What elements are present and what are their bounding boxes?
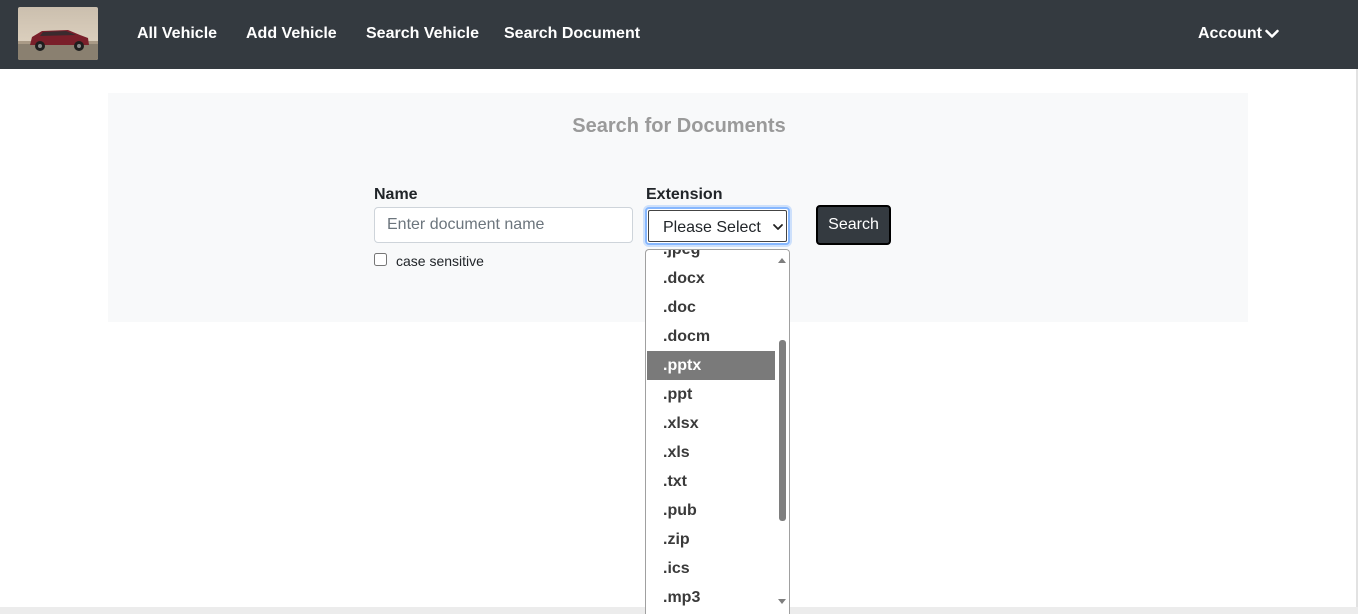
- page: All Vehicle Add Vehicle Search Vehicle S…: [0, 0, 1358, 614]
- scroll-up-arrow-icon[interactable]: [777, 256, 787, 264]
- scroll-down-arrow-icon[interactable]: [777, 598, 787, 606]
- nav-search-document[interactable]: Search Document: [504, 24, 640, 44]
- option-zip[interactable]: .zip: [647, 525, 775, 554]
- extension-label: Extension: [646, 186, 723, 203]
- dropdown-scrollbar[interactable]: [775, 250, 789, 614]
- logo-car-image[interactable]: [18, 7, 98, 60]
- chevron-down-icon: [1265, 29, 1279, 38]
- account-menu[interactable]: Account: [1198, 24, 1279, 44]
- option-pptx[interactable]: .pptx: [647, 351, 775, 380]
- dropdown-scroll-thumb[interactable]: [779, 340, 786, 521]
- option-xls[interactable]: .xls: [647, 438, 775, 467]
- option-jpeg[interactable]: .jpeg: [647, 250, 775, 264]
- extension-selected-value: Please Select: [663, 219, 761, 236]
- case-sensitive-label: case sensitive: [396, 253, 484, 269]
- option-doc[interactable]: .doc: [647, 293, 775, 322]
- option-ppt[interactable]: .ppt: [647, 380, 775, 409]
- option-docm[interactable]: .docm: [647, 322, 775, 351]
- document-name-input[interactable]: [374, 207, 633, 243]
- navbar: All Vehicle Add Vehicle Search Vehicle S…: [0, 0, 1358, 69]
- extension-dropdown-list: .jpeg .docx .doc .docm .pptx .ppt .xlsx …: [645, 249, 790, 614]
- option-xlsx[interactable]: .xlsx: [647, 409, 775, 438]
- nav-all-vehicle[interactable]: All Vehicle: [137, 24, 217, 44]
- nav-search-vehicle[interactable]: Search Vehicle: [366, 24, 479, 44]
- option-txt[interactable]: .txt: [647, 467, 775, 496]
- page-title: Search for Documents: [572, 115, 786, 137]
- nav-add-vehicle[interactable]: Add Vehicle: [246, 24, 337, 44]
- chevron-down-icon: [773, 224, 783, 230]
- case-sensitive-checkbox[interactable]: [374, 253, 387, 266]
- search-button[interactable]: Search: [816, 205, 891, 245]
- account-label: Account: [1198, 25, 1262, 42]
- option-docx[interactable]: .docx: [647, 264, 775, 293]
- option-pub[interactable]: .pub: [647, 496, 775, 525]
- option-ics[interactable]: .ics: [647, 554, 775, 583]
- extension-select[interactable]: Please Select: [645, 207, 790, 245]
- option-mp3[interactable]: .mp3: [647, 583, 775, 612]
- name-label: Name: [374, 186, 418, 203]
